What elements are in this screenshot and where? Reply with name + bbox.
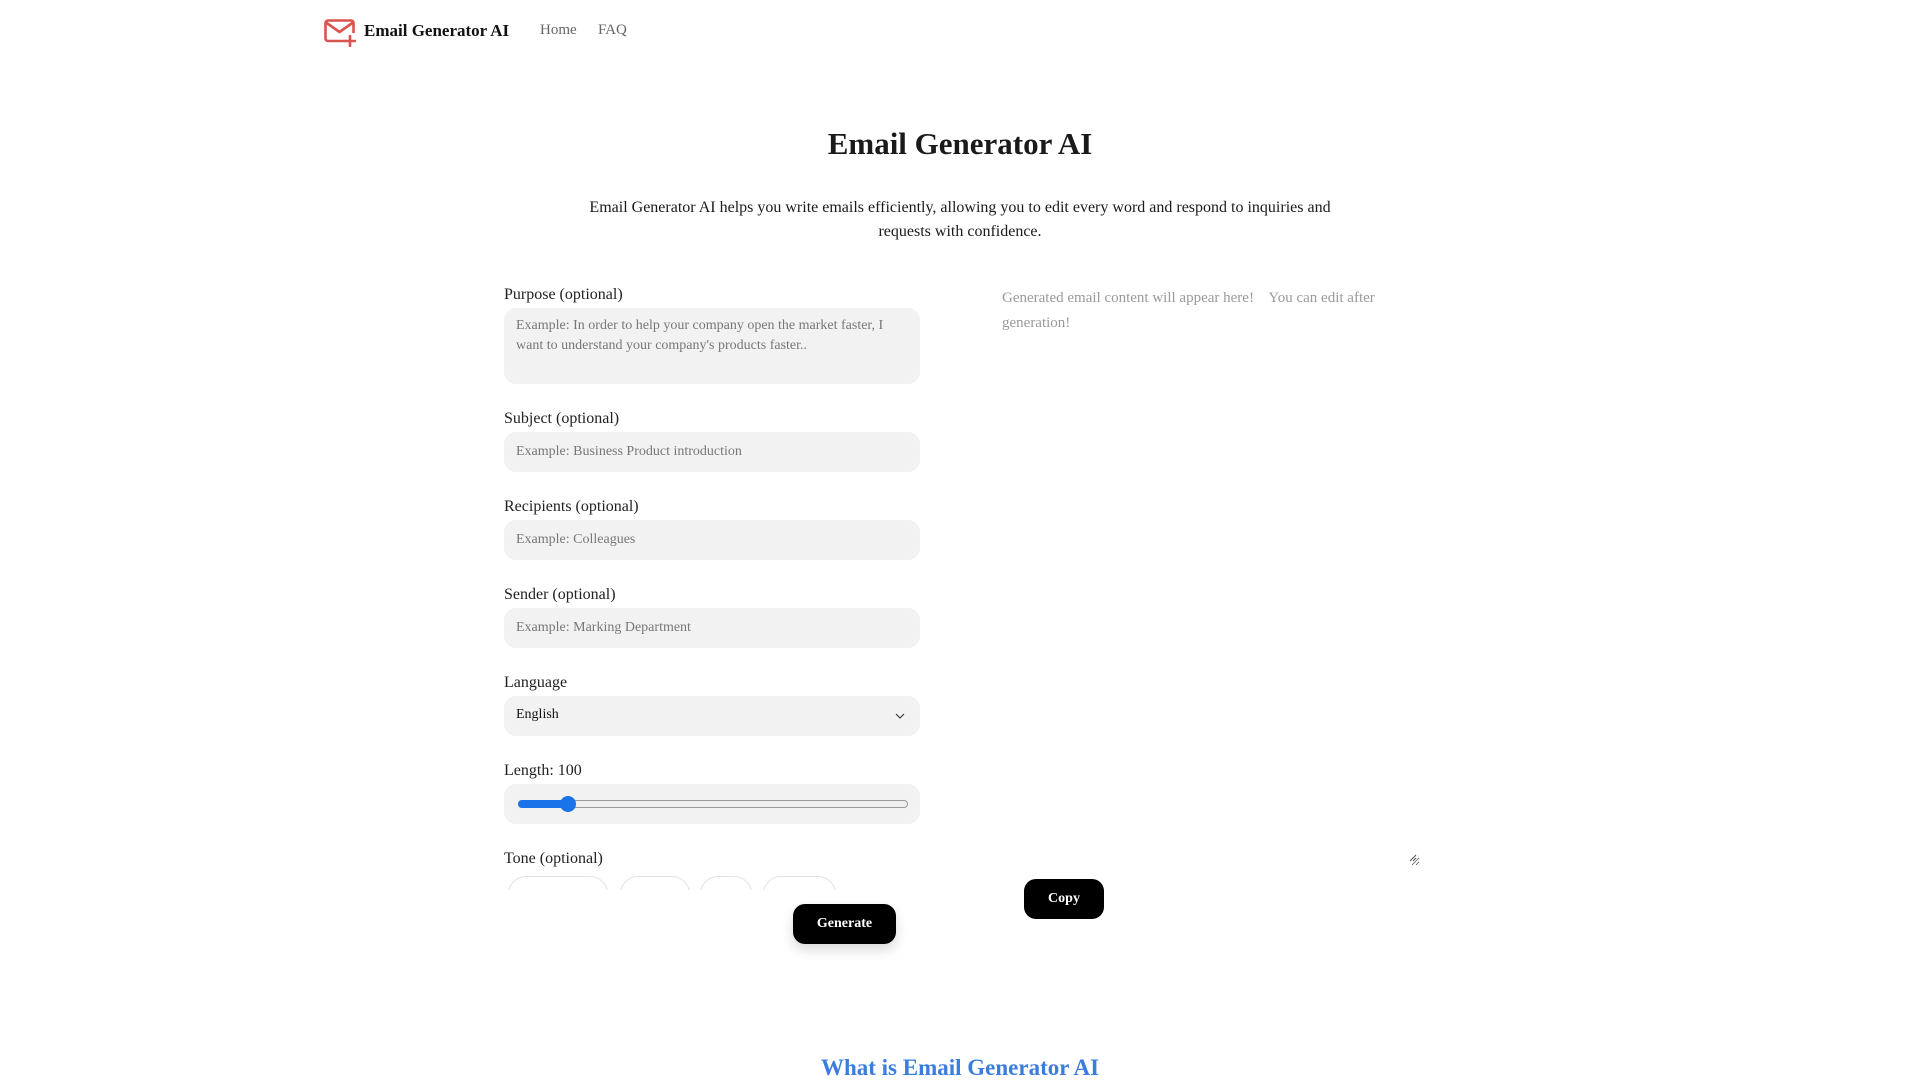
length-slider-thumb[interactable] [559, 796, 576, 812]
language-selected-value: English [516, 707, 559, 722]
tone-chip[interactable] [700, 876, 752, 890]
recipients-label: Recipients (optional) [504, 498, 639, 515]
brand-name[interactable]: Email Generator AI [364, 21, 509, 41]
length-slider-track[interactable] [518, 796, 908, 812]
nav-link-home[interactable]: Home [540, 22, 577, 39]
purpose-input[interactable] [504, 308, 920, 384]
generated-email-output[interactable] [990, 286, 1420, 866]
page-description: Email Generator AI helps you write email… [589, 199, 1331, 240]
nav-link-faq[interactable]: FAQ [598, 22, 627, 39]
purpose-label: Purpose (optional) [504, 286, 623, 303]
tone-label: Tone (optional) [504, 850, 603, 867]
tone-chip[interactable] [508, 876, 608, 890]
sender-input[interactable] [504, 608, 920, 648]
mail-plus-icon[interactable] [324, 19, 356, 47]
length-label: Length: 100 [504, 762, 582, 779]
recipients-input[interactable] [504, 520, 920, 560]
tone-chip[interactable] [620, 876, 690, 890]
chevron-down-icon [895, 713, 905, 719]
page-title: Email Generator AI [827, 126, 1093, 161]
top-nav: Email Generator AI Home FAQ [0, 0, 1920, 62]
language-label: Language [504, 674, 568, 691]
sender-label: Sender (optional) [504, 586, 616, 603]
tone-options [504, 876, 920, 890]
subject-input[interactable] [504, 432, 920, 472]
language-select[interactable]: English [504, 696, 920, 736]
subject-label: Subject (optional) [504, 410, 620, 427]
tone-chip[interactable] [763, 876, 836, 890]
generate-button[interactable]: Generate [793, 904, 896, 944]
copy-button[interactable]: Copy [1024, 879, 1104, 919]
what-is-heading: What is Email Generator AI [820, 1055, 1100, 1080]
length-slider-container [504, 784, 920, 824]
resize-handle-icon[interactable] [1407, 852, 1417, 862]
